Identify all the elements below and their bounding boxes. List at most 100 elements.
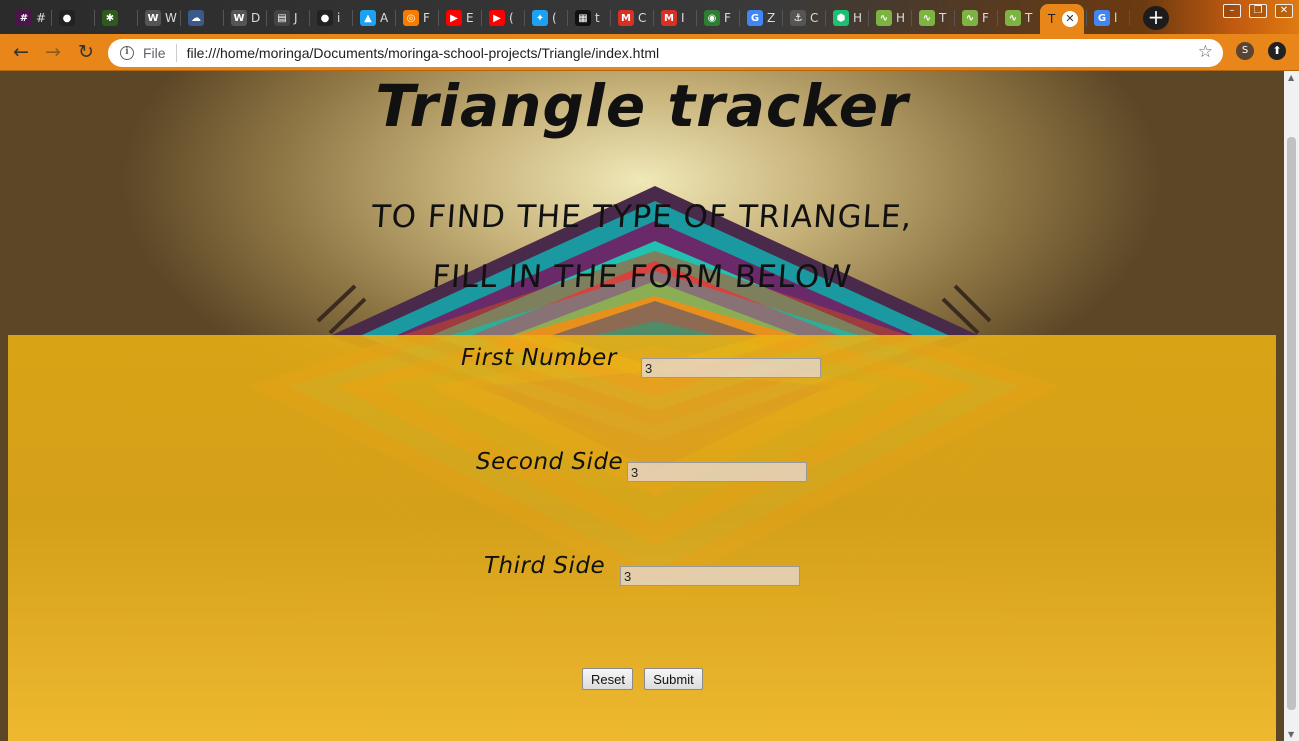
browser-tab[interactable]: ∿ T [911, 4, 953, 32]
anchor-icon: ⚓ [790, 10, 806, 26]
browser-tab[interactable]: ◉ F [696, 4, 738, 32]
tab-title: t [595, 11, 600, 25]
tab-title: l [1114, 11, 1118, 25]
back-arrow-icon[interactable]: ← [10, 42, 32, 64]
tab-title: Z [767, 11, 776, 25]
tab-title: C [638, 11, 647, 25]
tab-title: H [896, 11, 906, 25]
tab-title: I [681, 11, 685, 25]
browser-tab[interactable]: MI [653, 4, 695, 32]
browser-tab[interactable]: ∿ F [954, 4, 996, 32]
tab-title: H [853, 11, 863, 25]
tab-title: ( [509, 11, 514, 25]
scroll-up-arrow-icon[interactable]: ▲ [1288, 73, 1294, 82]
github-icon: ● [317, 10, 333, 26]
info-icon[interactable]: i [120, 46, 134, 60]
reset-button[interactable]: Reset [582, 668, 633, 690]
first-number-input[interactable] [641, 358, 821, 378]
browser-tab[interactable]: ● i [309, 4, 351, 32]
tab-title: i [337, 11, 341, 25]
chart-icon: ∿ [1005, 10, 1021, 26]
browser-tab[interactable]: ∿ H [868, 4, 910, 32]
new-tab-button[interactable]: + [1143, 6, 1169, 30]
browser-tab[interactable]: Gl [1086, 4, 1128, 32]
browser-tab[interactable]: ∿ T [997, 4, 1039, 32]
tab-title: D [251, 11, 261, 25]
reload-icon[interactable]: ↻ [75, 42, 97, 64]
chart-icon: ∿ [876, 10, 892, 26]
browser-tab[interactable]: ⬢ H [825, 4, 867, 32]
maximize-button[interactable]: ❐ [1249, 4, 1267, 18]
hexagon-icon: ⬢ [833, 10, 849, 26]
browser-tab[interactable]: WD [223, 4, 265, 32]
youtube-icon: ▶ [446, 10, 462, 26]
wordpress-icon: W [231, 10, 247, 26]
scheme-label: File [143, 45, 166, 61]
graduation-cap-icon: ▲ [360, 10, 376, 26]
update-icon[interactable]: ⬆ [1268, 42, 1286, 60]
browser-tab[interactable]: WW [137, 4, 179, 32]
tab-title: C [810, 11, 819, 25]
bookmark-star-icon[interactable]: ☆ [1198, 42, 1213, 62]
avatar[interactable]: S [1236, 42, 1254, 60]
first-number-label: First Number [461, 345, 617, 371]
target-icon: ◎ [403, 10, 419, 26]
tab-strip: # # ● ✱ W W ☁ W D ▤ J ● i ▲ A ◎ F ▶ E ▶(✦(▦ t M C M I ◉ F G Z ⚓ C ⬢ H ∿ H ∿… [0, 0, 1299, 34]
third-side-label: Third Side [484, 553, 606, 579]
palm-tree-icon: ✱ [102, 10, 118, 26]
browser-tab[interactable]: ⚓ C [782, 4, 824, 32]
submit-button[interactable]: Submit [644, 668, 703, 690]
browser-toolbar: ← → ↻ i File file:///home/moringa/Docume… [0, 34, 1299, 71]
browser-tab[interactable]: ▦ t [567, 4, 609, 32]
chart-icon: ∿ [962, 10, 978, 26]
browser-tab[interactable]: ✦( [524, 4, 566, 32]
page-viewport: Triangle tracker TO FIND THE TYPE OF TRI… [0, 71, 1284, 741]
address-bar[interactable]: i File file:///home/moringa/Documents/mo… [108, 39, 1223, 67]
browser-tab[interactable]: T ✕ [1040, 4, 1084, 34]
tab-title: F [724, 11, 731, 25]
tab-title: # [36, 11, 47, 25]
scrollbar-thumb[interactable] [1287, 137, 1296, 710]
third-side-input[interactable] [620, 566, 800, 586]
browser-tab[interactable]: ▶( [481, 4, 523, 32]
forward-arrow-icon[interactable]: → [42, 42, 64, 64]
google-icon: G [1094, 10, 1110, 26]
close-window-button[interactable]: ✕ [1275, 4, 1293, 18]
second-side-input[interactable] [627, 462, 807, 482]
tab-title: T [1025, 11, 1033, 25]
browser-tab[interactable]: ▲ A [352, 4, 394, 32]
tab-title: W [165, 11, 177, 25]
google-icon: G [747, 10, 763, 26]
browser-tab[interactable]: GZ [739, 4, 781, 32]
tab-title: T [1048, 12, 1056, 26]
nvidia-icon: ◉ [704, 10, 720, 26]
subtitle-line-2: FILL IN THE FORM BELOW [430, 259, 854, 295]
url-text[interactable]: file:///home/moringa/Documents/moringa-s… [187, 45, 660, 61]
slack-icon: # [16, 10, 32, 26]
tab-separator [1129, 10, 1130, 26]
tab-title: F [423, 11, 430, 25]
close-tab-icon[interactable]: ✕ [1062, 11, 1078, 27]
gmail-icon: M [618, 10, 634, 26]
scroll-down-arrow-icon[interactable]: ▼ [1288, 730, 1294, 739]
browser-tab[interactable]: ▶ E [438, 4, 480, 32]
minimize-button[interactable]: – [1223, 4, 1241, 18]
twitter-icon: ✦ [532, 10, 548, 26]
tab-title: J [294, 11, 298, 25]
cloud-icon: ☁ [188, 10, 204, 26]
page-title: Triangle tracker [375, 72, 909, 140]
browser-tab[interactable]: ◎ F [395, 4, 437, 32]
browser-tab[interactable]: # # [8, 4, 50, 32]
browser-tab[interactable]: ● [51, 4, 93, 32]
browser-tab[interactable]: ☁ [180, 4, 222, 32]
gmail-icon: M [661, 10, 677, 26]
divider [175, 44, 177, 62]
browser-tab[interactable]: ✱ [94, 4, 136, 32]
github-icon: ● [59, 10, 75, 26]
tab-title: F [982, 11, 989, 25]
chart-icon: ∿ [919, 10, 935, 26]
browser-tab[interactable]: ▤ J [266, 4, 308, 32]
youtube-icon: ▶ [489, 10, 505, 26]
tab-title: E [466, 11, 474, 25]
browser-tab[interactable]: MC [610, 4, 652, 32]
